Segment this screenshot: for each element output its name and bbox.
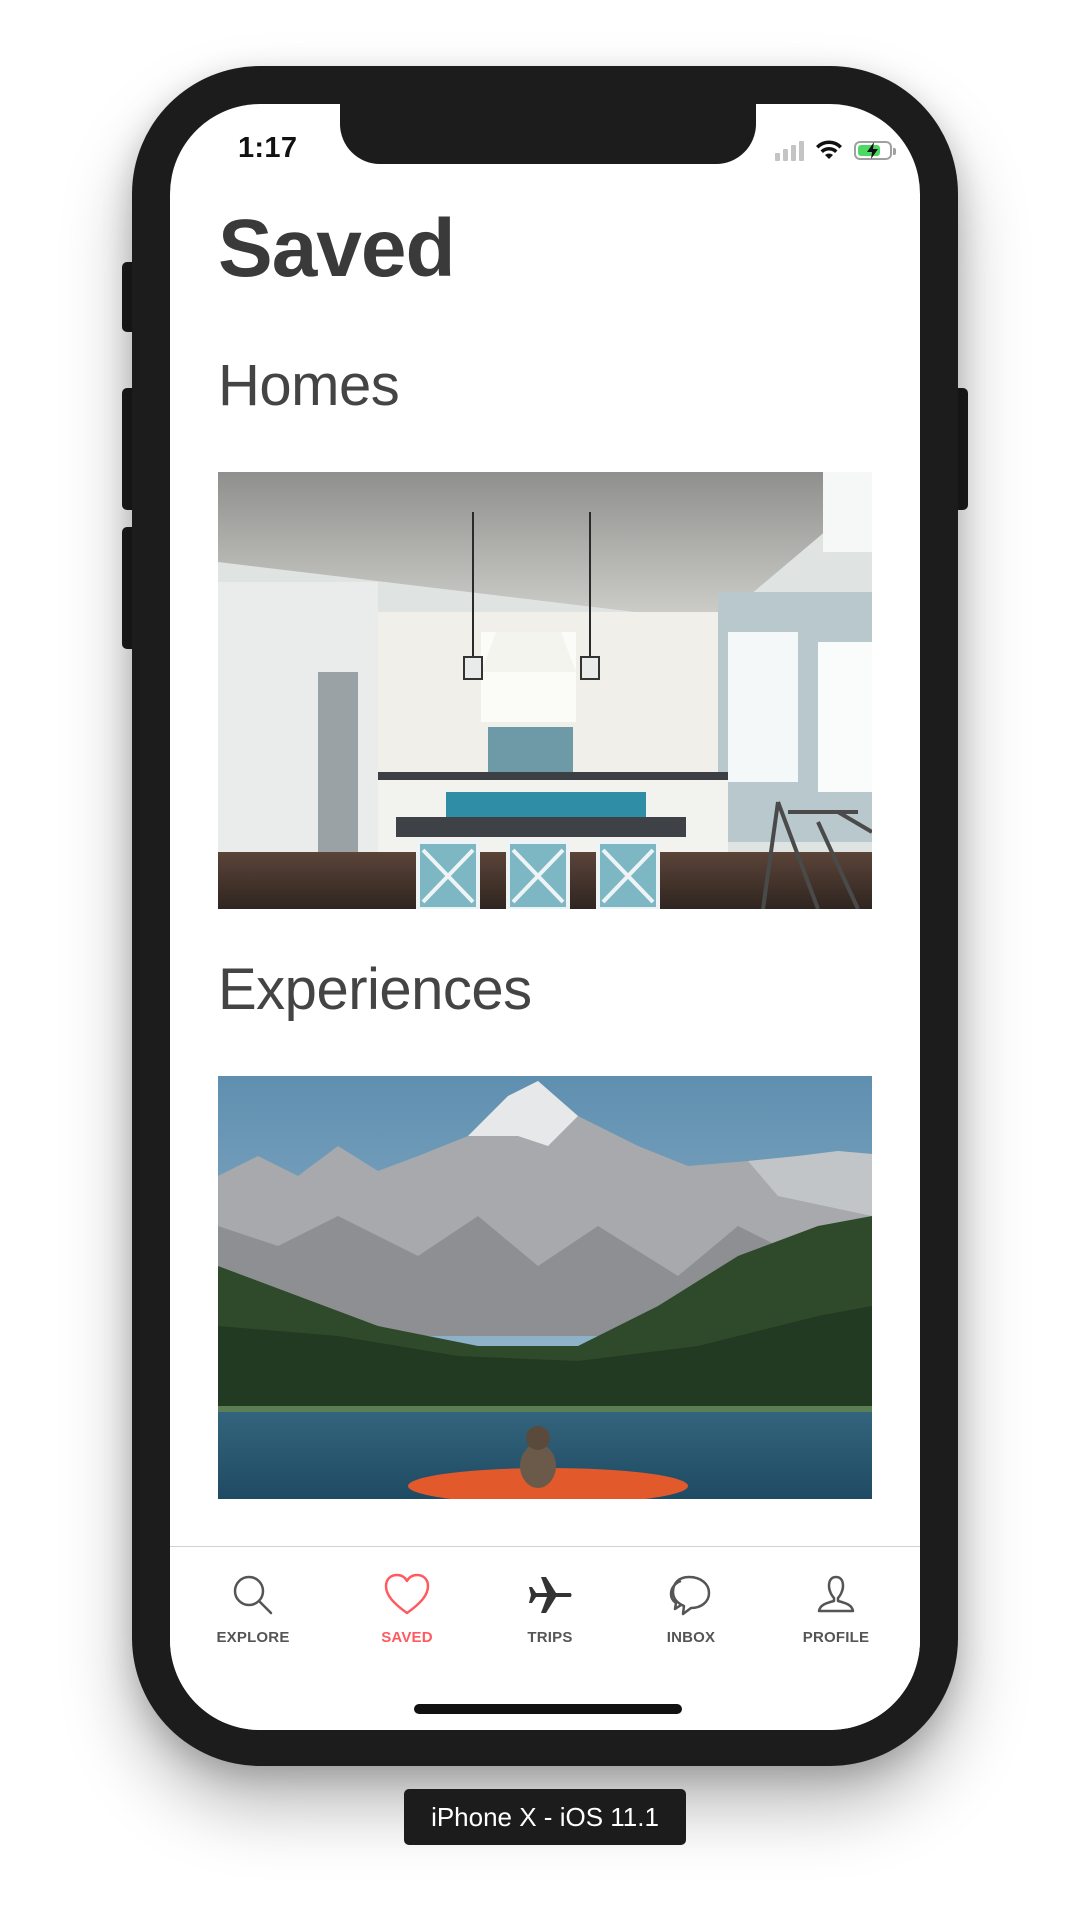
tab-bar: EXPLORE SAVED TRIPS INBOX PROFILE (170, 1546, 920, 1730)
notch (340, 104, 756, 164)
status-time: 1:17 (238, 132, 298, 164)
tab-saved-label: SAVED (381, 1629, 433, 1646)
home-indicator[interactable] (414, 1704, 682, 1714)
app-screen: 1:17 Saved Homes Experiences EXPLORE SAV… (170, 104, 920, 1730)
device-label: iPhone X - iOS 11.1 (404, 1789, 686, 1845)
page-title: Saved (218, 203, 456, 294)
mountain-lake-image (218, 1076, 872, 1499)
battery-icon (854, 140, 896, 160)
tab-explore-label: EXPLORE (216, 1629, 290, 1646)
person-icon (817, 1575, 855, 1613)
wifi-icon (816, 140, 842, 159)
tab-inbox[interactable]: INBOX (636, 1571, 746, 1646)
chat-bubbles-icon (669, 1575, 711, 1616)
status-icons (775, 138, 896, 162)
tab-trips[interactable]: TRIPS (495, 1571, 605, 1646)
tab-profile[interactable]: PROFILE (781, 1571, 891, 1646)
kitchen-image (218, 472, 872, 909)
tab-inbox-label: INBOX (666, 1629, 716, 1646)
tab-profile-label: PROFILE (802, 1629, 870, 1646)
airplane-icon (529, 1577, 572, 1613)
cellular-signal-icon (775, 139, 804, 161)
heart-icon (384, 1573, 430, 1615)
section-title-experiences: Experiences (218, 957, 532, 1022)
tab-saved[interactable]: SAVED (352, 1571, 462, 1646)
tab-explore[interactable]: EXPLORE (198, 1571, 308, 1646)
experiences-photo[interactable] (218, 1076, 872, 1499)
search-icon (233, 1575, 273, 1615)
section-title-homes: Homes (218, 353, 400, 418)
homes-photo[interactable] (218, 472, 872, 909)
tab-trips-label: TRIPS (527, 1629, 573, 1646)
